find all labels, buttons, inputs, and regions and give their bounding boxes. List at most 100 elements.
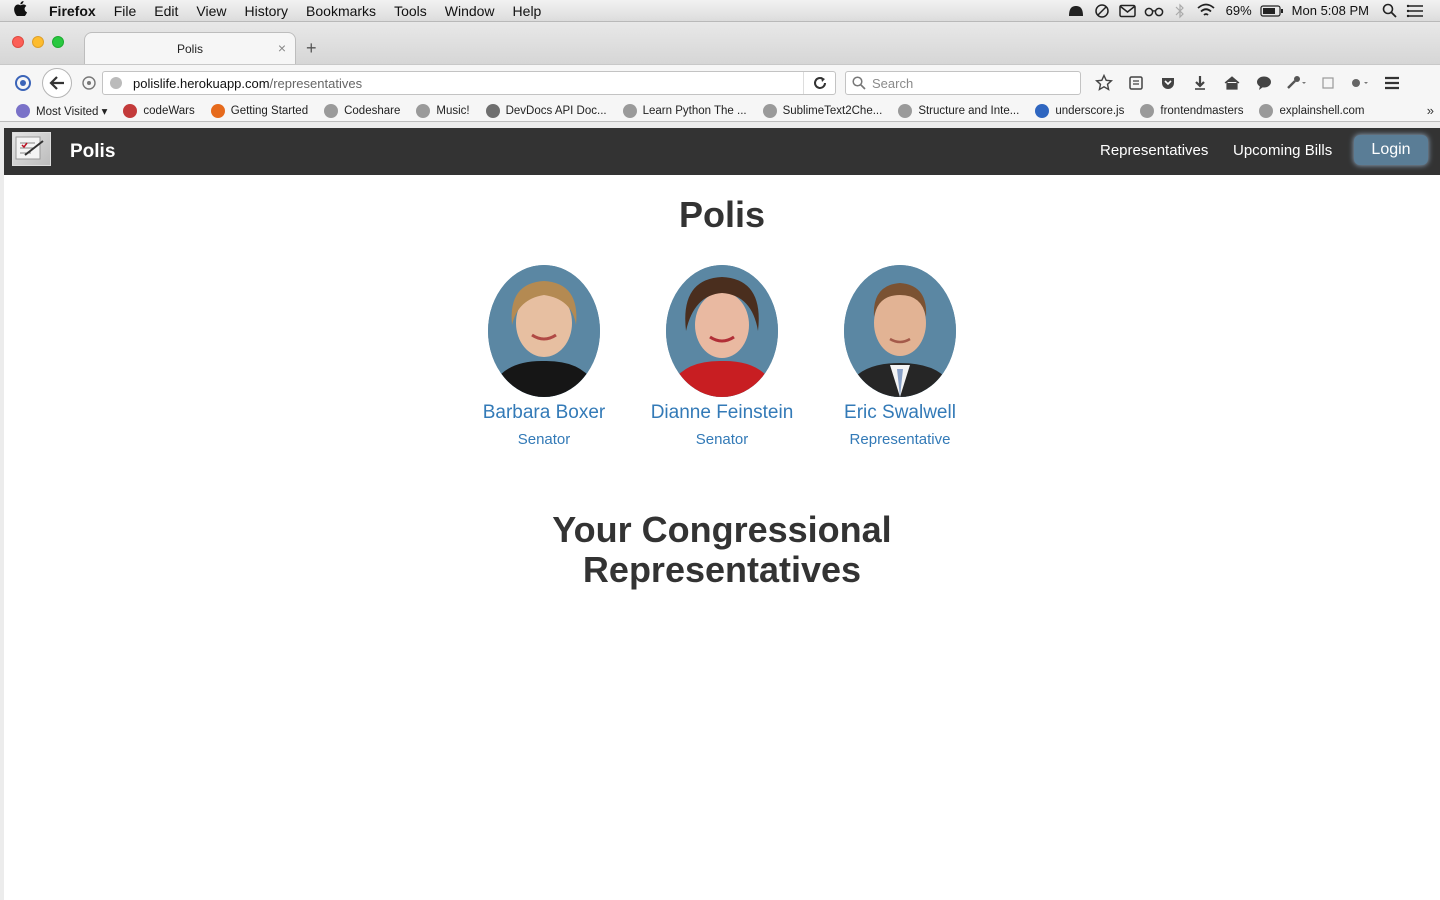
favicon-icon — [622, 103, 637, 118]
browser-toolbar: polislife.herokuapp.com/representatives … — [0, 64, 1440, 100]
downloads-icon[interactable] — [1184, 69, 1216, 97]
bookmark-label: explainshell.com — [1279, 104, 1365, 117]
representative-card[interactable]: Eric Swalwell Representative — [810, 265, 990, 448]
timer-icon[interactable] — [1089, 0, 1115, 22]
back-button[interactable] — [42, 67, 72, 98]
battery-icon[interactable] — [1259, 0, 1285, 22]
tab-title: Polis — [176, 41, 203, 56]
favicon-icon — [1259, 103, 1274, 118]
hat-icon[interactable] — [1063, 0, 1089, 22]
menu-tools[interactable]: Tools — [385, 0, 436, 22]
favicon-icon — [1140, 103, 1155, 118]
bookmark-star-icon[interactable] — [1088, 69, 1120, 97]
favicon-icon — [485, 103, 500, 118]
portrait-avatar[interactable] — [666, 265, 778, 397]
section-heading: Your Congressional Representatives — [4, 510, 1440, 590]
bookmark-label: frontendmasters — [1160, 104, 1244, 117]
window-controls — [12, 36, 64, 48]
search-icon — [852, 76, 866, 93]
new-tab-button[interactable]: + — [306, 38, 317, 59]
bookmark-item[interactable]: Getting Started — [210, 103, 309, 118]
nav-upcoming-bills[interactable]: Upcoming Bills — [1233, 142, 1332, 159]
menu-bookmarks[interactable]: Bookmarks — [297, 0, 385, 22]
representative-card[interactable]: Barbara Boxer Senator — [454, 265, 634, 448]
notification-center-icon[interactable] — [1402, 0, 1428, 22]
favicon-icon — [324, 103, 339, 118]
menu-view[interactable]: View — [187, 0, 235, 22]
site-brand[interactable]: Polis — [70, 141, 115, 163]
reading-list-icon[interactable] — [1120, 69, 1152, 97]
section-heading-line2: Representatives — [582, 549, 862, 590]
site-identity-icon[interactable] — [81, 75, 97, 94]
favicon-icon — [762, 103, 777, 118]
zoom-window-button[interactable] — [52, 36, 64, 48]
close-window-button[interactable] — [12, 36, 24, 48]
apple-icon[interactable] — [0, 1, 40, 20]
bookmark-item[interactable]: underscore.js — [1035, 103, 1125, 118]
favicon-icon — [1035, 103, 1050, 118]
portrait-avatar[interactable] — [844, 265, 956, 397]
bookmark-label: codeWars — [143, 104, 195, 117]
bookmark-item[interactable]: SublimeText2Che... — [762, 103, 882, 118]
bookmark-item[interactable]: frontendmasters — [1140, 103, 1244, 118]
glasses-icon[interactable] — [1141, 0, 1167, 22]
extension-snail-icon[interactable] — [8, 68, 38, 98]
developer-tools-icon[interactable] — [1280, 69, 1312, 97]
portrait-avatar[interactable] — [488, 265, 600, 397]
search-input[interactable]: Search — [845, 71, 1081, 95]
bookmark-item[interactable]: codeWars — [123, 103, 195, 118]
folder-icon — [16, 103, 30, 118]
bookmark-item[interactable]: Structure and Inte... — [898, 103, 1020, 118]
home-icon[interactable] — [1216, 69, 1248, 97]
search-placeholder: Search — [872, 75, 914, 91]
url-bar[interactable]: polislife.herokuapp.com/representatives — [82, 71, 836, 95]
mail-icon[interactable] — [1115, 0, 1141, 22]
wifi-icon[interactable] — [1193, 0, 1219, 22]
chat-icon[interactable] — [1248, 69, 1280, 97]
bookmark-label: Most Visited ▾ — [36, 105, 108, 118]
menu-history[interactable]: History — [235, 0, 297, 22]
open-menu-icon[interactable] — [1376, 69, 1408, 97]
bookmark-item[interactable]: Most Visited ▾ — [16, 103, 108, 118]
representative-role[interactable]: Representative — [810, 431, 990, 448]
browser-titlebar: Polis × + — [0, 22, 1440, 64]
spotlight-search-icon[interactable] — [1376, 0, 1402, 22]
pocket-icon[interactable] — [1152, 69, 1184, 97]
bookmark-item[interactable]: Codeshare — [324, 103, 400, 118]
menu-edit[interactable]: Edit — [145, 0, 187, 22]
globe-icon — [109, 76, 123, 93]
tab-close-icon[interactable]: × — [278, 40, 286, 56]
menu-file[interactable]: File — [105, 0, 146, 22]
bookmark-label: Learn Python The ... — [642, 104, 747, 117]
nav-representatives[interactable]: Representatives — [1100, 142, 1208, 159]
tab-polis[interactable]: Polis × — [84, 32, 296, 64]
bookmark-label: Getting Started — [230, 104, 309, 117]
representative-name[interactable]: Eric Swalwell — [810, 402, 990, 424]
reload-icon[interactable] — [803, 72, 835, 94]
sidebar-icon[interactable] — [1312, 69, 1344, 97]
bluetooth-icon[interactable] — [1167, 0, 1193, 22]
menu-firefox[interactable]: Firefox — [40, 0, 105, 22]
battery-percent: 69% — [1225, 2, 1252, 18]
representative-role[interactable]: Senator — [632, 431, 812, 448]
bookmark-item[interactable]: DevDocs API Doc... — [485, 103, 607, 118]
representative-name[interactable]: Barbara Boxer — [454, 402, 634, 424]
ballot-logo-icon[interactable] — [12, 132, 51, 166]
extension-icon[interactable] — [1344, 69, 1376, 97]
representative-card[interactable]: Dianne Feinstein Senator — [632, 265, 812, 448]
bookmark-item[interactable]: Music! — [416, 103, 470, 118]
bookmarks-toolbar: Most Visited ▾ codeWars Getting Started … — [0, 100, 1440, 122]
bookmark-item[interactable]: explainshell.com — [1259, 103, 1365, 118]
favicon-icon — [123, 103, 138, 118]
minimize-window-button[interactable] — [32, 36, 44, 48]
login-button[interactable]: Login — [1354, 135, 1428, 165]
representative-name[interactable]: Dianne Feinstein — [632, 402, 812, 424]
bookmark-item[interactable]: Learn Python The ... — [622, 103, 747, 118]
bookmarks-overflow-icon[interactable]: » — [1427, 103, 1434, 118]
representative-role[interactable]: Senator — [454, 431, 634, 448]
menu-help[interactable]: Help — [504, 0, 551, 22]
menu-window[interactable]: Window — [436, 0, 504, 22]
menubar-clock[interactable]: Mon 5:08 PM — [1285, 0, 1376, 22]
bookmark-label: Structure and Inte... — [918, 104, 1020, 117]
bookmark-label: underscore.js — [1055, 104, 1125, 117]
